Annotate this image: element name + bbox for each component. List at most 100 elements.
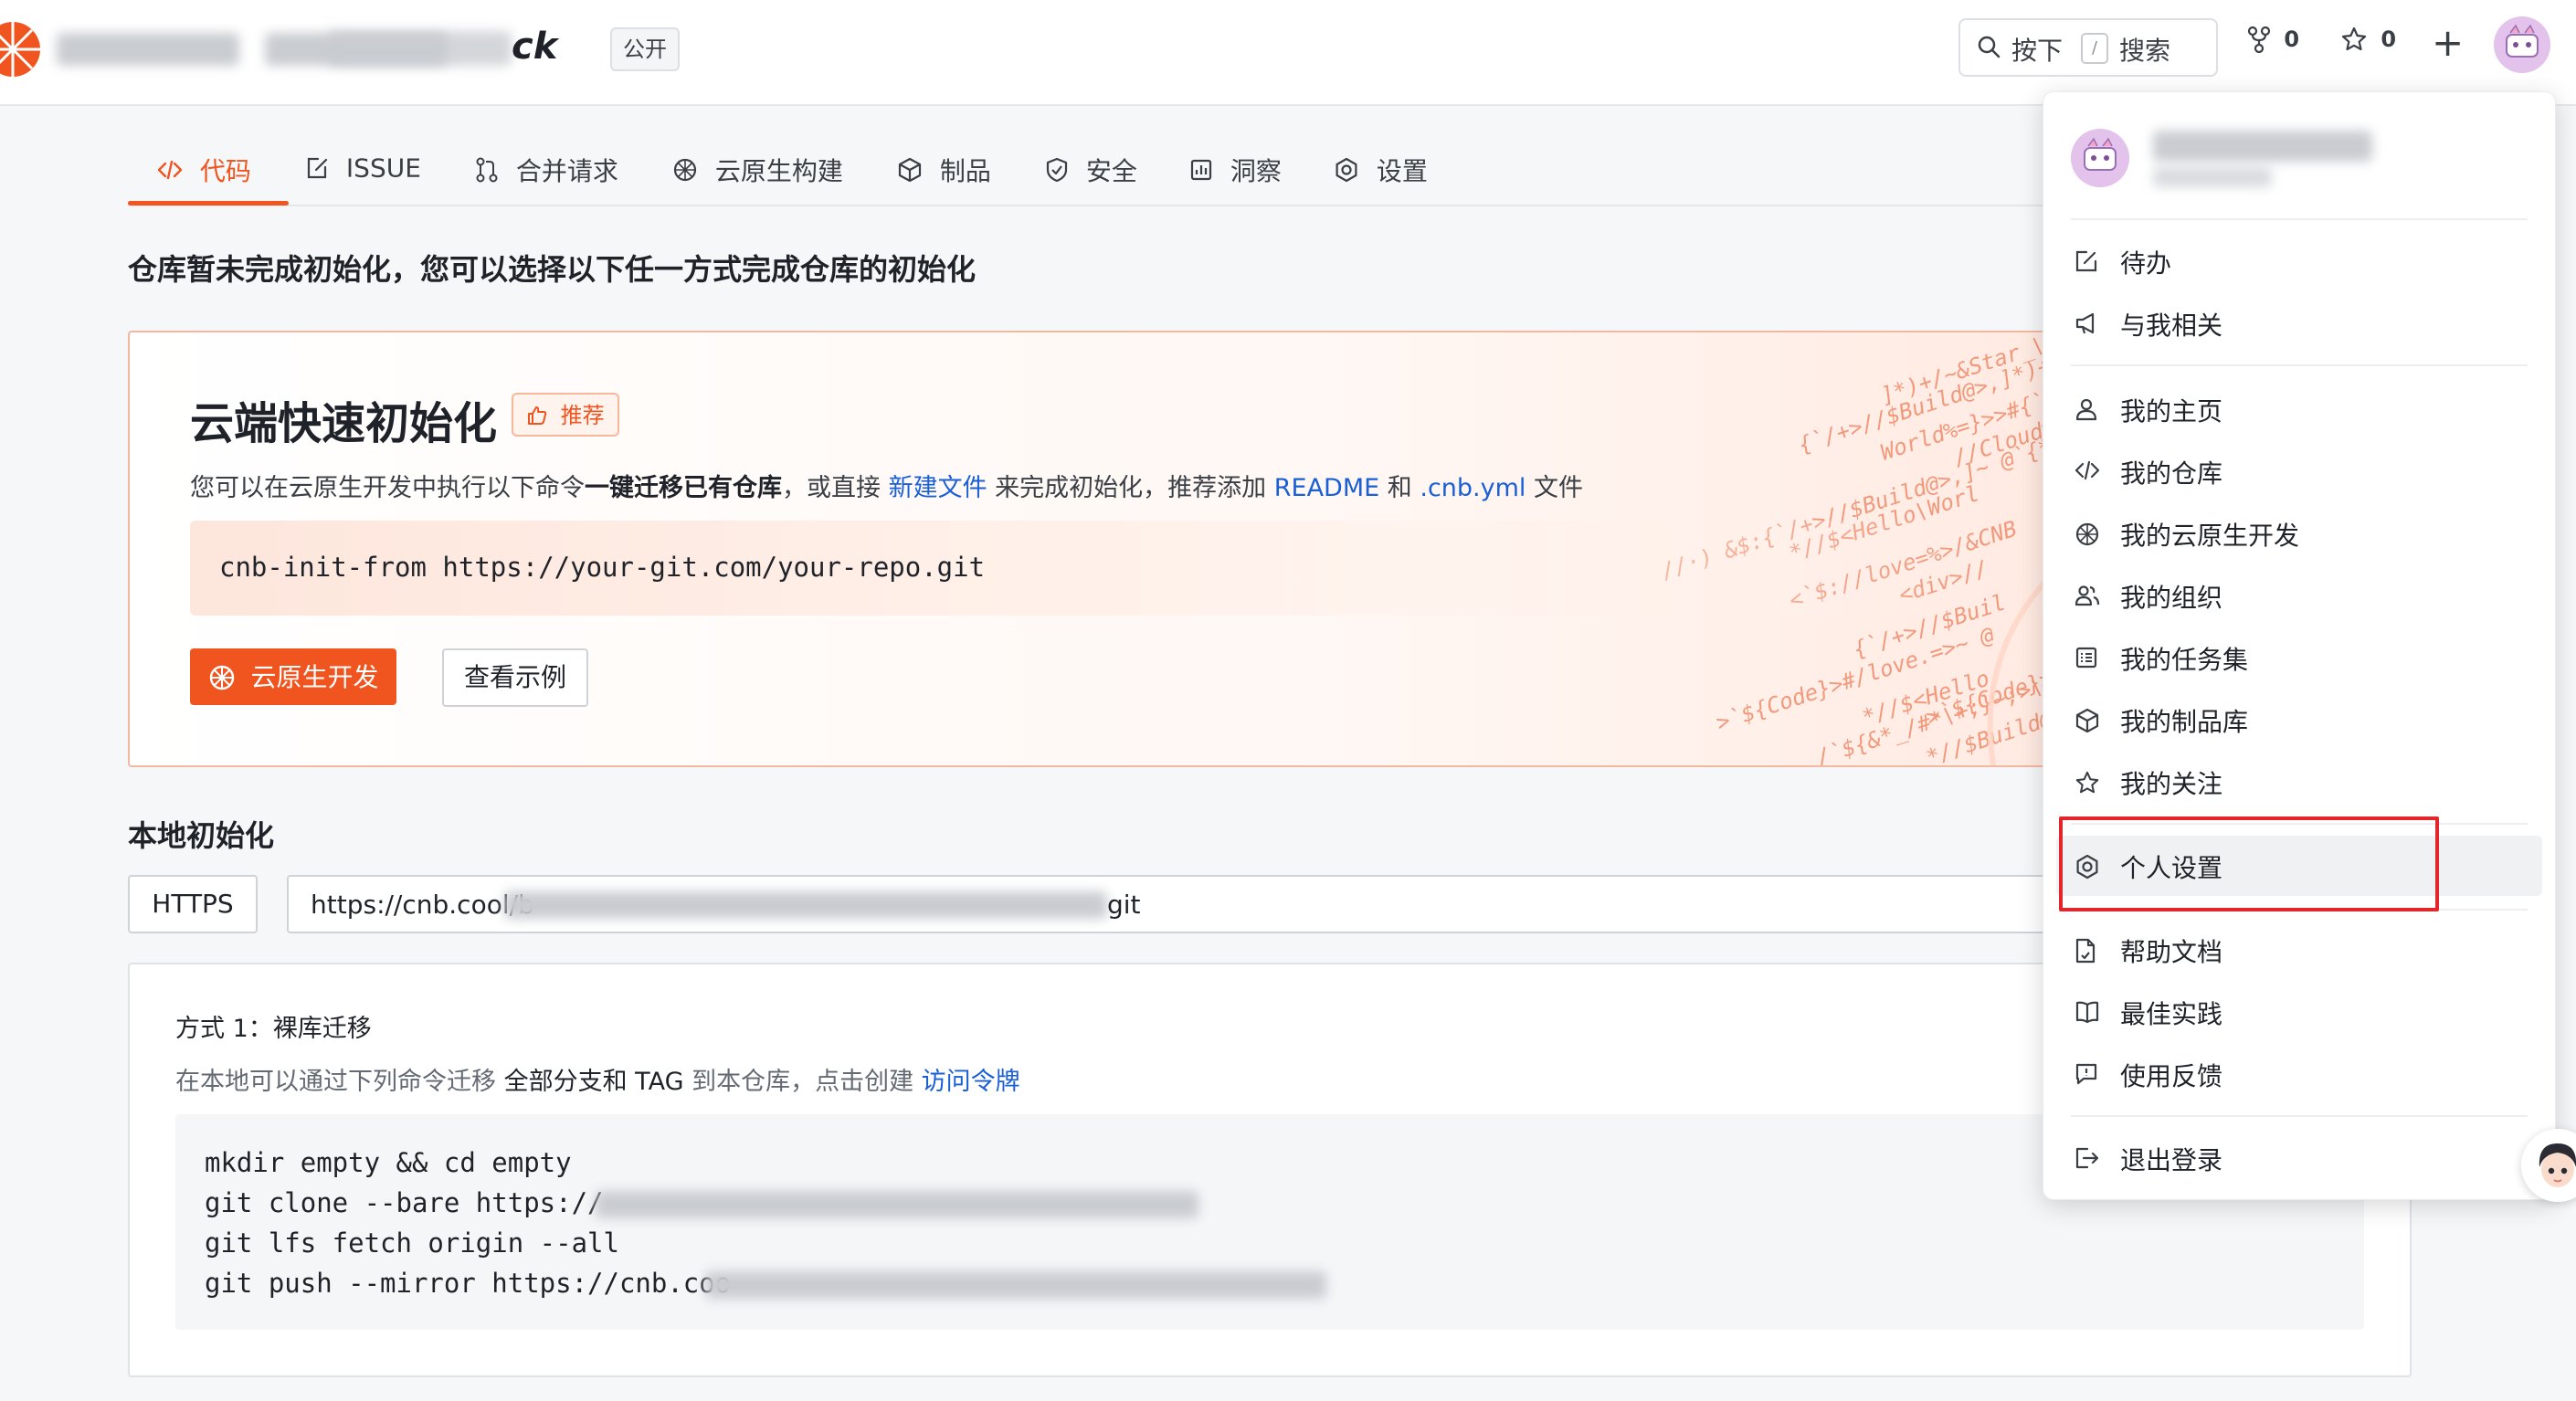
clone-url-suffix: git [1107,890,1141,920]
star-button[interactable]: 0 [2340,26,2396,53]
recommend-label: 推荐 [560,403,605,428]
method-description: 在本地可以通过下列命令迁移 全部分支和 TAG 到本仓库，点击创建 访问令牌 [175,1061,1020,1097]
menu-item-label: 退出登录 [2120,1145,2223,1175]
user-avatar[interactable] [2494,16,2550,73]
menu-item-following[interactable]: 我的关注 [2056,752,2542,812]
tab-code[interactable]: 代码 [157,152,251,206]
desc-text: 文件 [1526,474,1584,502]
recommend-badge: 推荐 [512,393,619,437]
repo-name-blurred[interactable] [329,31,512,66]
tab-insights[interactable]: 洞察 [1189,152,1282,206]
desc-bold: 全部分支和 TAG [503,1068,684,1096]
menu-divider [2071,1115,2528,1117]
tab-settings[interactable]: 设置 [1334,152,1428,206]
group-icon [2075,585,2100,606]
menu-item-artifact-registry[interactable]: 我的制品库 [2056,690,2542,750]
menu-item-label: 我的任务集 [2120,645,2249,675]
repo-owner-blurred[interactable] [57,33,239,66]
highlight-annotation-box [2059,816,2439,911]
access-token-link[interactable]: 访问令牌 [922,1068,1020,1096]
menu-item-label: 我的仓库 [2120,458,2223,489]
code-icon [2075,460,2100,480]
user-dropdown-menu: 待办 与我相关 我的主页 我的仓库 我的云原生开发 我的组织 我的任务集 我的制… [2043,91,2556,1200]
new-file-link[interactable]: 新建文件 [889,474,987,502]
tab-issue[interactable]: ISSUE [305,152,421,206]
menu-avatar[interactable] [2071,129,2129,187]
search-box[interactable]: 按下 / 搜索 [1958,18,2218,77]
menu-item-help-docs[interactable]: 帮助文档 [2056,920,2542,980]
shield-icon [1046,157,1068,183]
tab-merge-request[interactable]: 合并请求 [475,152,618,206]
menu-item-tasksets[interactable]: 我的任务集 [2056,627,2542,688]
code-line: git lfs fetch origin --all [205,1227,619,1259]
tab-security[interactable]: 安全 [1045,152,1137,206]
menu-item-cloud-dev[interactable]: 我的云原生开发 [2056,503,2542,564]
issue-icon [307,157,328,179]
desc-text: 您可以在云原生开发中执行以下命令 [190,474,585,502]
edit-icon [2075,250,2097,272]
menu-item-label: 我的主页 [2120,396,2223,427]
fork-button[interactable]: 0 [2247,26,2299,53]
tab-label: 安全 [1085,156,1137,186]
code-line: git push --mirror https://cnb.coo [205,1268,732,1299]
clone-url-blurred [504,891,1107,919]
menu-divider [2071,218,2528,220]
desc-text: ，或直接 [782,474,889,502]
tab-artifacts[interactable]: 制品 [897,152,991,206]
method-title: 方式 1：裸库迁移 [175,1015,372,1043]
tab-label: ISSUE [345,153,421,184]
search-shortcut-key: / [2081,33,2108,64]
list-icon [2075,647,2097,669]
code-line: mkdir empty && cd empty [205,1147,572,1178]
gear-icon [1336,157,1357,183]
menu-item-label: 最佳实践 [2120,999,2223,1029]
menu-item-label: 我的组织 [2120,583,2223,613]
chart-icon [1190,159,1212,181]
cloud-dev-button[interactable]: 云原生开发 [190,648,396,705]
menu-item-organizations[interactable]: 我的组织 [2056,565,2542,626]
desc-text: 和 [1379,474,1420,502]
cloud-dev-icon [209,665,234,690]
clone-url-prefix: https://cnb.cool/b [311,890,534,920]
star-icon [2341,26,2367,51]
code-blurred [705,1271,1326,1299]
init-command-box[interactable]: cnb-init-from https://your-git.com/your-… [190,521,1980,616]
protocol-select[interactable]: HTTPS [128,875,258,933]
desc-text: 在本地可以通过下列命令迁移 [175,1068,504,1096]
menu-item-best-practices[interactable]: 最佳实践 [2056,982,2542,1042]
cloud-init-description: 您可以在云原生开发中执行以下命令一键迁移已有仓库，或直接 新建文件 来完成初始化… [190,468,1583,503]
logo-icon[interactable] [0,22,42,77]
code-line: git clone --bare https:// [205,1187,604,1218]
migration-code-block[interactable]: mkdir empty && cd empty git clone --bare… [175,1114,2364,1330]
fork-count: 0 [2284,26,2300,52]
menu-item-todo[interactable]: 待办 [2056,231,2542,291]
view-example-button[interactable]: 查看示例 [442,648,588,707]
init-notice: 仓库暂未完成初始化，您可以选择以下任一方式完成仓库的初始化 [128,252,977,287]
tab-cloud-build[interactable]: 云原生构建 [672,152,843,206]
tab-label: 洞察 [1230,156,1282,186]
search-icon [1978,36,2001,58]
user-handle-blurred [2153,167,2272,187]
tab-label: 云原生构建 [714,156,843,186]
menu-item-feedback[interactable]: 使用反馈 [2056,1044,2542,1104]
megaphone-icon [2075,312,2095,334]
package-icon [2075,708,2099,733]
cloud-dev-label: 云原生开发 [250,662,379,692]
book-icon [2075,1001,2099,1024]
menu-item-logout[interactable]: 退出登录 [2056,1128,2542,1188]
thumbs-up-icon [528,406,547,425]
logout-icon [2075,1147,2099,1169]
repo-name-tail[interactable]: ck [512,26,557,68]
readme-link[interactable]: README [1274,474,1379,502]
build-icon [2075,522,2099,546]
menu-item-repos[interactable]: 我的仓库 [2056,441,2542,501]
menu-item-related[interactable]: 与我相关 [2056,293,2542,353]
tab-label: 制品 [939,156,991,186]
cnb-yml-link[interactable]: .cnb.yml [1420,474,1526,502]
menu-item-homepage[interactable]: 我的主页 [2056,379,2542,439]
menu-item-label: 使用反馈 [2120,1061,2223,1091]
create-plus-button[interactable]: + [2432,20,2464,65]
menu-item-label: 我的关注 [2120,769,2223,799]
desc-text: 来完成初始化，推荐添加 [987,474,1274,502]
menu-divider [2071,364,2528,366]
